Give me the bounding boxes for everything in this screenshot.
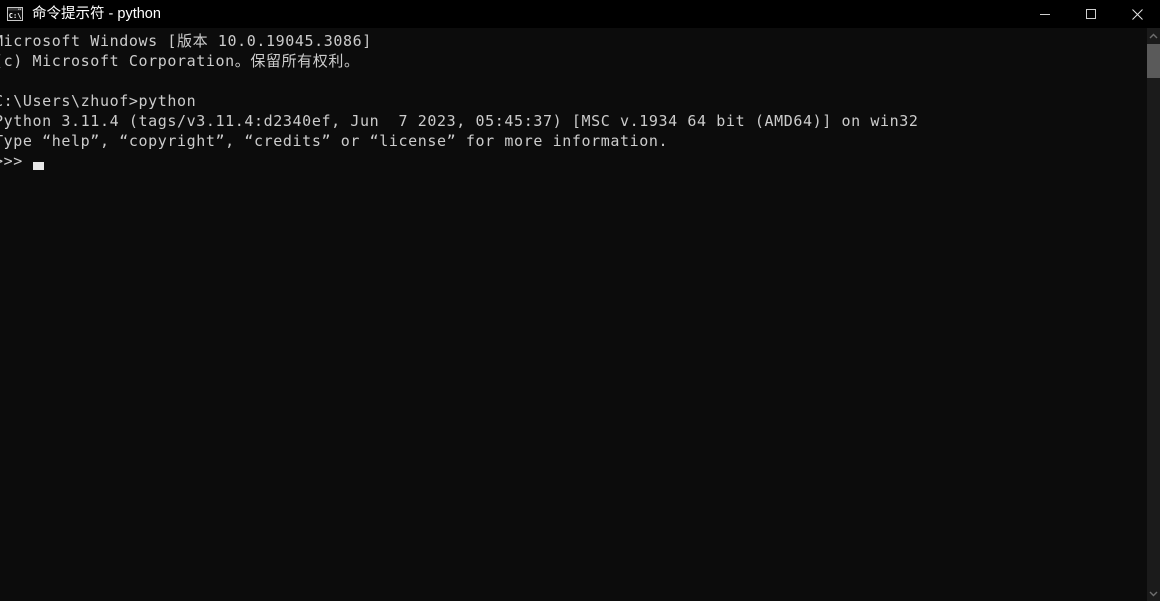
scroll-up-arrow-icon[interactable] [1147,28,1160,44]
window-controls [1022,0,1160,28]
terminal-line-python-banner: Python 3.11.4 (tags/v3.11.4:d2340ef, Jun… [0,112,919,130]
scroll-down-arrow-icon[interactable] [1147,585,1160,601]
terminal-lines: Microsoft Windows [版本 10.0.19045.3086] (… [0,31,1147,171]
terminal-line: (c) Microsoft Corporation。保留所有权利。 [0,52,360,70]
scrollbar-thumb[interactable] [1147,44,1160,78]
terminal-line-python-help: Type “help”, “copyright”, “credits” or “… [0,132,669,150]
cmd-window: C:\ 命令提示符 - python Microsoft Windows [版本… [0,0,1160,601]
python-prompt: >>> [0,152,23,170]
terminal-line-command: C:\Users\zhuof>python [0,92,197,110]
titlebar-left-group: C:\ 命令提示符 - python [0,0,161,28]
terminal-line: Microsoft Windows [版本 10.0.19045.3086] [0,32,372,50]
scrollbar-track[interactable] [1147,44,1160,585]
svg-text:C:\: C:\ [9,12,22,20]
maximize-button[interactable] [1068,0,1114,28]
titlebar-drag-region[interactable] [161,0,1022,28]
python-prompt-line[interactable]: >>> [0,151,1147,171]
vertical-scrollbar[interactable] [1147,28,1160,601]
window-titlebar[interactable]: C:\ 命令提示符 - python [0,0,1160,28]
window-title: 命令提示符 - python [32,6,161,22]
console-app-icon[interactable]: C:\ [7,6,23,22]
terminal-output-area[interactable]: Microsoft Windows [版本 10.0.19045.3086] (… [0,28,1147,601]
close-button[interactable] [1114,0,1160,28]
minimize-button[interactable] [1022,0,1068,28]
block-cursor [33,162,44,170]
